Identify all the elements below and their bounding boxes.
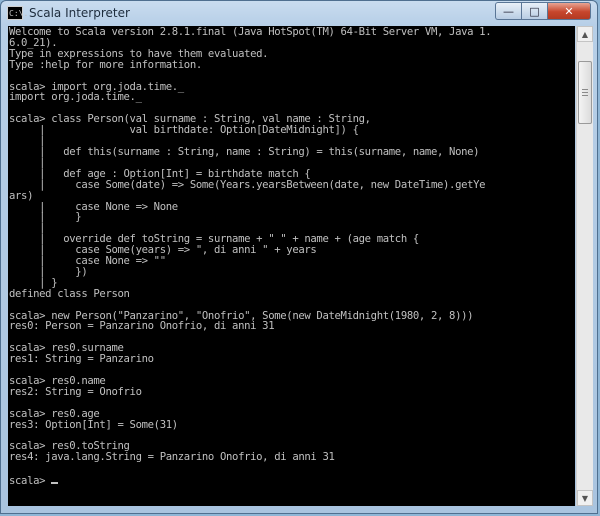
scrollbar-grip-icon <box>582 89 588 96</box>
console-line: Welcome to Scala version 2.8.1.final (Ja… <box>9 26 492 38</box>
console-prompt: scala> <box>9 475 52 488</box>
arrow-up-icon: ▲ <box>581 29 589 39</box>
maximize-button[interactable]: □ <box>521 2 547 20</box>
minimize-button[interactable]: — <box>495 2 521 20</box>
console-app-icon[interactable]: C:\. <box>7 6 28 20</box>
vertical-scrollbar[interactable]: ▲ ▼ <box>576 26 593 506</box>
console-line: | def this(surname : String, name : Stri… <box>9 145 480 158</box>
scroll-up-button[interactable]: ▲ <box>577 26 593 42</box>
window-title: Scala Interpreter <box>29 6 130 20</box>
console-line: | val birthdate: Option[DateMidnight]) { <box>9 124 359 137</box>
console-line: | case Some(date) => Some(Years.yearsBet… <box>9 178 486 191</box>
console-text: Welcome to Scala version 2.8.1.final (Ja… <box>8 26 575 488</box>
console-line: res2: String = Onofrio <box>9 385 142 398</box>
maximize-icon: □ <box>529 4 540 18</box>
window-controls: — □ ✕ <box>495 2 591 20</box>
arrow-down-icon: ▼ <box>581 493 589 503</box>
text-cursor <box>51 474 59 485</box>
scroll-down-button[interactable]: ▼ <box>577 490 593 506</box>
console-line: res0: Person = Panzarino Onofrio, di ann… <box>9 320 275 333</box>
close-icon: ✕ <box>564 4 574 18</box>
scrollbar-thumb[interactable] <box>578 61 592 124</box>
minimize-icon: — <box>503 4 514 18</box>
console-line: import org.joda.time._ <box>9 91 142 104</box>
close-button[interactable]: ✕ <box>547 2 591 20</box>
console-line: defined class Person <box>9 287 130 300</box>
console-line: res3: Option[Int] = Some(31) <box>9 418 178 431</box>
console-line: res1: String = Panzarino <box>9 353 154 366</box>
console-window: C:\. Scala Interpreter — □ ✕ Welcome to … <box>0 0 598 514</box>
console-line: res4: java.lang.String = Panzarino Onofr… <box>9 451 335 464</box>
console-output[interactable]: Welcome to Scala version 2.8.1.final (Ja… <box>8 26 575 506</box>
console-line: Type :help for more information. <box>9 58 202 71</box>
title-bar[interactable]: C:\. Scala Interpreter — □ ✕ <box>1 1 597 25</box>
